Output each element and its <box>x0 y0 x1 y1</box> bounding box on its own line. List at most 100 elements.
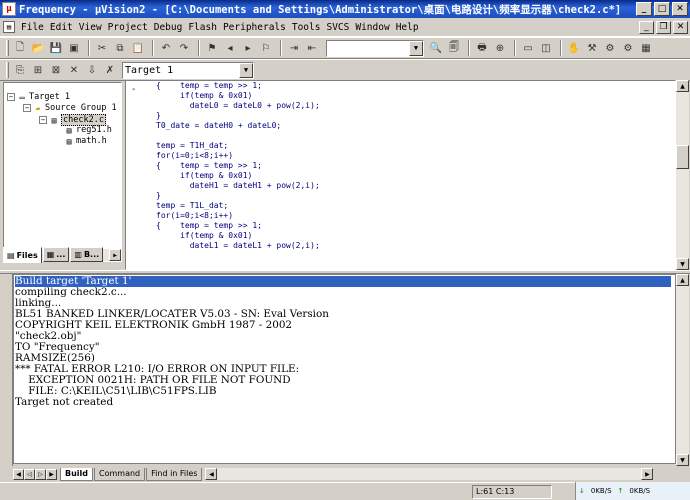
close-button[interactable]: ✕ <box>672 2 688 16</box>
code-line[interactable]: dateH1 = dateH1 + pow(2,i); <box>156 181 320 190</box>
code-line[interactable]: } <box>156 191 161 200</box>
output-hscrollbar[interactable]: ◀ ▶ <box>205 468 654 480</box>
find-in-files-icon[interactable]: 🗐 <box>446 40 462 56</box>
output-line[interactable]: "check2.obj" <box>15 331 671 342</box>
tab-command[interactable]: Command <box>94 467 146 481</box>
chevron-down-icon[interactable]: ▼ <box>409 40 423 56</box>
scroll-down-icon[interactable]: ▼ <box>676 454 689 466</box>
code-line[interactable]: dateL0 = dateL0 + pow(2,i); <box>156 101 320 110</box>
maximize-button[interactable]: □ <box>654 2 670 16</box>
build-icon[interactable]: ⊞ <box>30 62 46 78</box>
menu-view[interactable]: View <box>76 22 105 33</box>
tab-build[interactable]: Build <box>60 467 94 481</box>
target-options-icon[interactable]: ✗ <box>102 62 118 78</box>
compile-icon[interactable]: ⎘ <box>12 62 28 78</box>
editor-scrollbar[interactable]: ▲ ▼ <box>676 80 689 270</box>
tab-files[interactable]: ▤ Files <box>3 247 42 263</box>
menu-help[interactable]: Help <box>393 22 422 33</box>
output-line[interactable]: TO "Frequency" <box>15 342 671 353</box>
code-line[interactable]: temp = T1H_dat; <box>156 141 228 150</box>
scroll-up-icon[interactable]: ▲ <box>676 80 689 92</box>
tab-next-icon[interactable]: ▷ <box>35 468 46 480</box>
debug-start-icon[interactable]: ⊕ <box>492 40 508 56</box>
code-line[interactable]: for(i=0;i<8;i++) <box>156 211 233 220</box>
scroll-left-icon[interactable]: ◀ <box>205 468 218 480</box>
menu-tools[interactable]: Tools <box>289 22 324 33</box>
tree-node-header[interactable]: ▤ math.h <box>64 136 107 146</box>
tab-prev-icon[interactable]: ◁ <box>24 468 35 480</box>
print-icon[interactable]: 🖶 <box>474 40 490 56</box>
scroll-thumb[interactable] <box>676 145 689 169</box>
indent-icon[interactable]: ⇥ <box>286 40 302 56</box>
scroll-down-icon[interactable]: ▼ <box>676 258 689 270</box>
tools-icon[interactable]: ⚒ <box>584 40 600 56</box>
tab-first-icon[interactable]: ◀ <box>13 468 24 480</box>
tab-last-icon[interactable]: ▶ <box>46 468 57 480</box>
scroll-right-icon[interactable]: ▶ <box>641 468 654 480</box>
hand-icon[interactable]: ✋ <box>566 40 582 56</box>
menu-peripherals[interactable]: Peripherals <box>220 22 289 33</box>
open-folder-icon[interactable]: 📂 <box>30 40 46 56</box>
output-line[interactable]: Target not created <box>15 397 671 408</box>
collapse-icon[interactable]: − <box>23 104 31 112</box>
rebuild-icon[interactable]: ⊠ <box>48 62 64 78</box>
clear-bookmark-icon[interactable]: ⚐ <box>258 40 274 56</box>
redo-icon[interactable]: ↷ <box>176 40 192 56</box>
target-combo[interactable]: Target 1 ▼ <box>122 61 254 79</box>
code-editor[interactable]: ▸ { temp = temp >> 1; if(temp & 0x01) da… <box>125 80 676 270</box>
tree-node-target[interactable]: − ▭ Target 1 <box>7 92 70 102</box>
scroll-up-icon[interactable]: ▲ <box>676 274 689 286</box>
document-icon[interactable]: ▤ <box>3 21 15 33</box>
output-line[interactable]: compiling check2.c... <box>15 287 671 298</box>
code-line[interactable]: if(temp & 0x01) <box>156 171 252 180</box>
bookmark-icon[interactable]: ⚑ <box>204 40 220 56</box>
code-line[interactable]: } <box>156 111 161 120</box>
new-file-icon[interactable]: 🗋 <box>12 40 28 56</box>
stop-build-icon[interactable]: ✕ <box>66 62 82 78</box>
menu-edit[interactable]: Edit <box>47 22 76 33</box>
code-line[interactable]: for(i=0;i<8;i++) <box>156 151 233 160</box>
menu-flash[interactable]: Flash <box>185 22 220 33</box>
window-cascade-icon[interactable]: ◫ <box>538 40 554 56</box>
download-icon[interactable]: ⇩ <box>84 62 100 78</box>
code-line[interactable]: { temp = temp >> 1; <box>156 161 262 170</box>
window-icon[interactable]: ▭ <box>520 40 536 56</box>
copy-icon[interactable]: ⧉ <box>112 40 128 56</box>
code-line[interactable]: dateL1 = dateL1 + pow(2,i); <box>156 241 320 250</box>
menu-svcs[interactable]: SVCS <box>323 22 352 33</box>
menu-project[interactable]: Project <box>105 22 151 33</box>
settings-icon[interactable]: ⚙ <box>602 40 618 56</box>
code-line[interactable]: temp = T1L_dat; <box>156 201 228 210</box>
build-output[interactable]: Build target 'Target 1' compiling check2… <box>13 274 676 464</box>
outdent-icon[interactable]: ⇤ <box>304 40 320 56</box>
undo-icon[interactable]: ↶ <box>158 40 174 56</box>
config-icon[interactable]: ⚙ <box>620 40 636 56</box>
cut-icon[interactable]: ✂ <box>94 40 110 56</box>
save-icon[interactable]: 💾 <box>48 40 64 56</box>
tree-node-group[interactable]: − ▰ Source Group 1 <box>23 103 117 113</box>
menu-file[interactable]: File <box>18 22 47 33</box>
code-line[interactable]: if(temp & 0x01) <box>156 231 252 240</box>
code-line[interactable]: { temp = temp >> 1; <box>156 81 262 90</box>
doc-close-button[interactable]: ✕ <box>673 20 688 34</box>
save-all-icon[interactable]: ▣ <box>66 40 82 56</box>
code-line[interactable]: T0_date = dateH0 + dateL0; <box>156 121 281 130</box>
output-line[interactable]: FILE: C:\KEIL\C51\LIB\C51FPS.LIB <box>15 386 671 397</box>
output-scrollbar[interactable]: ▲ ▼ <box>676 274 689 466</box>
options-icon[interactable]: ▦ <box>638 40 654 56</box>
chevron-down-icon[interactable]: ▼ <box>239 62 253 78</box>
doc-restore-button[interactable]: ❐ <box>656 20 671 34</box>
tab-regs[interactable]: ▦... <box>42 247 70 262</box>
find-icon[interactable]: 🔍 <box>428 40 444 56</box>
menu-debug[interactable]: Debug <box>151 22 186 33</box>
collapse-icon[interactable]: − <box>7 93 15 101</box>
next-bookmark-icon[interactable]: ▸ <box>240 40 256 56</box>
doc-minimize-button[interactable]: _ <box>639 20 654 34</box>
menu-window[interactable]: Window <box>352 22 392 33</box>
paste-icon[interactable]: 📋 <box>130 40 146 56</box>
tab-find-in-files[interactable]: Find in Files <box>146 467 203 481</box>
collapse-icon[interactable]: − <box>39 116 47 124</box>
tree-node-header[interactable]: ▤ reg51.h <box>64 125 112 135</box>
minimize-button[interactable]: _ <box>636 2 652 16</box>
tab-books[interactable]: ▥ B... <box>70 247 104 262</box>
